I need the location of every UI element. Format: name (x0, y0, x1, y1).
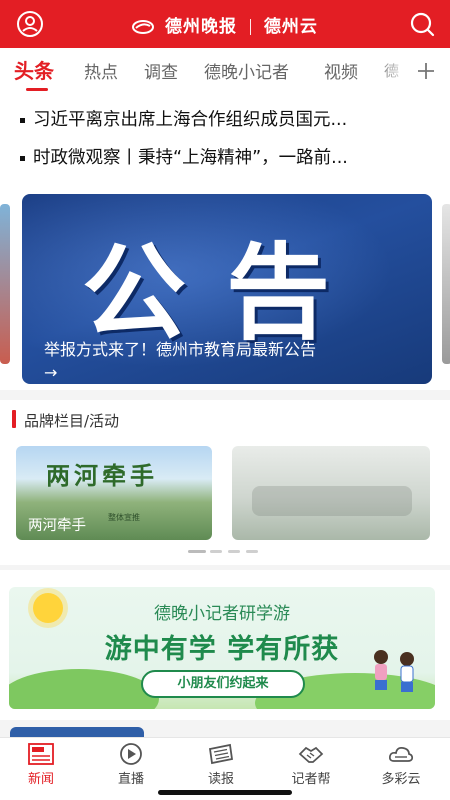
brand-section: 品牌栏目/活动 两河牵手 整体宣推 两河牵手 (0, 400, 450, 565)
tab-investigation[interactable]: 调查 (144, 58, 178, 83)
brand-sub: 德州云 (263, 17, 318, 37)
plus-icon[interactable] (416, 61, 436, 81)
news-icon (28, 743, 54, 765)
brand-logo: 德州晚报 德州云 (0, 12, 450, 37)
tab-fade (372, 48, 412, 94)
search-icon[interactable] (408, 10, 436, 38)
home-indicator (158, 790, 292, 795)
card-art-title: 两河牵手 (46, 461, 158, 490)
tab-hot[interactable]: 热点 (84, 58, 118, 83)
handshake-icon (298, 746, 324, 763)
next-slide-peek[interactable] (442, 204, 450, 364)
banner-title: 公告 (82, 231, 371, 354)
carousel-dot (246, 550, 258, 553)
cloud-icon (388, 747, 414, 762)
promo-line1: 德晚小记者研学游 (154, 604, 290, 624)
banner-carousel: 公告 举报方式来了！德州市教育局最新公告 → (0, 186, 450, 390)
brand-card-lianghe[interactable]: 两河牵手 整体宣推 两河牵手 (16, 446, 212, 540)
promo-section: 德晚小记者研学游 游中有学 学有所获 小朋友们约起来 (0, 570, 450, 720)
nav-label: 新闻 (27, 772, 54, 787)
live-play-icon (120, 743, 142, 765)
nav-live[interactable]: 直播 (96, 742, 166, 787)
carousel-dot (228, 550, 240, 553)
headline-list: 习近平离京出席上海合作组织成员国元... 时政微观察丨秉持“上海精神”，一路前.… (0, 94, 450, 186)
banner-slide[interactable]: 公告 举报方式来了！德州市教育局最新公告 → (22, 194, 432, 384)
card-label: 两河牵手 (28, 518, 86, 534)
bullet-icon (20, 155, 25, 161)
nav-label: 记者帮 (291, 772, 331, 787)
carousel-dot (210, 550, 222, 553)
nav-read-paper[interactable]: 读报 (186, 742, 256, 787)
section-accent-bar (12, 410, 16, 428)
kids-illustration-icon (374, 650, 414, 692)
next-item-peek (10, 727, 144, 737)
app-header: 德州晚报 德州云 (0, 0, 450, 48)
banner-caption: 举报方式来了！德州市教育局最新公告 → (44, 338, 414, 384)
headline-text: 时政微观察丨秉持“上海精神”，一路前... (33, 148, 348, 168)
promo-pill: 小朋友们约起来 (141, 670, 305, 698)
nav-reporter-help[interactable]: 记者帮 (276, 742, 346, 787)
promo-banner[interactable]: 德晚小记者研学游 游中有学 学有所获 小朋友们约起来 (9, 587, 435, 709)
carousel-dot-active (188, 550, 206, 553)
headline-text: 习近平离京出席上海合作组织成员国元... (33, 110, 348, 130)
banner-caption-text: 举报方式来了！德州市教育局最新公告 (44, 340, 317, 359)
tab-little-reporter[interactable]: 德晚小记者 (204, 58, 289, 83)
hill-decoration (9, 669, 159, 709)
nav-colorful-cloud[interactable]: 多彩云 (366, 742, 436, 787)
nav-news[interactable]: 新闻 (6, 742, 76, 787)
card-art-sub: 整体宣推 (108, 513, 140, 522)
headline-item[interactable]: 习近平离京出席上海合作组织成员国元... (20, 106, 440, 131)
newspaper-logo-icon (132, 20, 155, 34)
active-tab-indicator (26, 88, 48, 91)
arrow-right-icon: → (44, 363, 58, 382)
brand-card-second[interactable] (232, 446, 430, 540)
newspaper-icon (208, 743, 234, 765)
brand-divider (249, 19, 251, 35)
card-image-blur (252, 486, 412, 516)
tab-headline[interactable]: 头条 (14, 55, 54, 84)
prev-slide-peek[interactable] (0, 204, 10, 364)
nav-label: 多彩云 (381, 772, 421, 787)
brand-name: 德州晚报 (165, 17, 238, 37)
nav-label: 读报 (207, 772, 234, 787)
headline-item[interactable]: 时政微观察丨秉持“上海精神”，一路前... (20, 144, 440, 169)
tab-video[interactable]: 视频 (324, 58, 358, 83)
section-title: 品牌栏目/活动 (24, 412, 120, 430)
category-tabs: 头条 热点 调查 德晚小记者 视频 德 (0, 48, 450, 94)
bullet-icon (20, 117, 25, 123)
nav-label: 直播 (117, 772, 144, 787)
